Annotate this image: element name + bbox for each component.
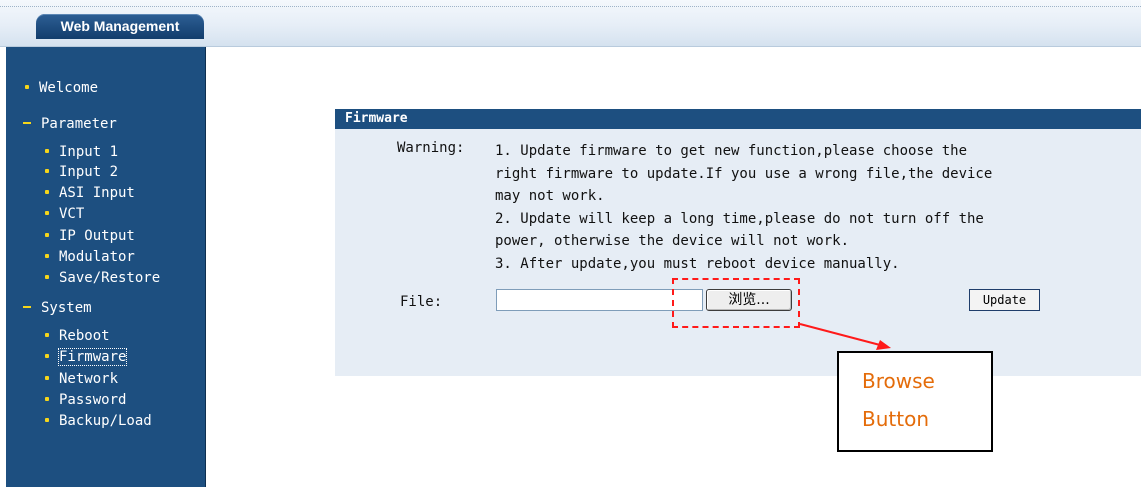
sidebar-item-label: Reboot — [59, 328, 110, 344]
firmware-panel: Firmware Warning: 1. Update firmware to … — [335, 109, 1141, 376]
warning-label: Warning: — [397, 140, 465, 156]
bullet-icon — [45, 333, 49, 337]
sidebar-section-parameter[interactable]: Parameter — [23, 115, 117, 133]
sidebar-section-label: Parameter — [41, 116, 117, 132]
sidebar-item-reboot[interactable]: Reboot — [45, 327, 110, 345]
warning-line: may not work. — [495, 188, 605, 204]
warning-line: 1. Update firmware to get new function,p… — [495, 143, 968, 159]
sidebar-item-label: Save/Restore — [59, 270, 161, 286]
sidebar-item-label: VCT — [59, 206, 85, 222]
sidebar-section-label: System — [41, 300, 92, 316]
sidebar-item-asi-input[interactable]: ASI Input — [45, 184, 135, 202]
web-management-tab[interactable]: Web Management — [36, 14, 204, 39]
sidebar-item-ip-output[interactable]: IP Output — [45, 227, 135, 245]
warning-line: 3. After update,you must reboot device m… — [495, 255, 900, 272]
sidebar-item-label: Firmware — [57, 348, 128, 366]
bullet-icon — [45, 149, 49, 153]
panel-title: Firmware — [335, 109, 1141, 129]
sidebar-item-label: Modulator — [59, 249, 135, 265]
browse-highlight-box — [672, 278, 800, 328]
header-divider — [0, 6, 1141, 7]
bullet-icon — [45, 169, 49, 173]
sidebar-item-password[interactable]: Password — [45, 391, 126, 409]
bullet-icon — [45, 354, 49, 358]
bullet-icon — [45, 418, 49, 422]
top-header-bar: Web Management — [0, 0, 1141, 47]
sidebar-item-label: ASI Input — [59, 185, 135, 201]
warning-line: 2. Update will keep a long time,please d… — [495, 210, 984, 227]
file-label: File: — [400, 294, 443, 310]
sidebar-item-save-restore[interactable]: Save/Restore — [45, 269, 160, 287]
callout-text: Button — [862, 407, 929, 431]
sidebar-item-input-2[interactable]: Input 2 — [45, 163, 118, 181]
sidebar-item-network[interactable]: Network — [45, 370, 118, 388]
sidebar-item-label: IP Output — [59, 228, 135, 244]
collapse-icon — [23, 306, 31, 308]
sidebar-item-modulator[interactable]: Modulator — [45, 248, 135, 266]
sidebar-item-label: Input 1 — [59, 144, 119, 160]
sidebar-item-welcome[interactable]: Welcome — [25, 79, 98, 97]
bullet-icon — [25, 85, 29, 89]
bullet-icon — [45, 376, 49, 380]
sidebar-item-label: Password — [59, 392, 127, 408]
callout-text: Browse — [862, 369, 935, 393]
bullet-icon — [45, 397, 49, 401]
warning-text: 1. Update firmware to get new function,p… — [495, 140, 1075, 275]
sidebar-item-backup-load[interactable]: Backup/Load — [45, 412, 152, 430]
sidebar-item-input-1[interactable]: Input 1 — [45, 143, 118, 161]
bullet-icon — [45, 233, 49, 237]
sidebar-item-firmware[interactable]: Firmware — [45, 348, 128, 366]
sidebar-item-label: Network — [59, 371, 119, 387]
sidebar-item-label: Welcome — [39, 80, 99, 96]
update-button[interactable]: Update — [969, 289, 1040, 311]
sidebar-item-vct[interactable]: VCT — [45, 205, 84, 223]
bullet-icon — [45, 190, 49, 194]
bullet-icon — [45, 254, 49, 258]
sidebar-section-system[interactable]: System — [23, 299, 92, 317]
warning-line: power, otherwise the device will not wor… — [495, 233, 850, 249]
collapse-icon — [23, 122, 31, 124]
bullet-icon — [45, 275, 49, 279]
callout-box: Browse Button — [837, 351, 993, 452]
bullet-icon — [45, 211, 49, 215]
sidebar-item-label: Input 2 — [59, 164, 119, 180]
sidebar-nav: Welcome Parameter Input 1 Input 2 ASI In… — [6, 47, 206, 487]
sidebar-item-label: Backup/Load — [59, 413, 152, 429]
warning-line: right firmware to update.If you use a wr… — [495, 165, 993, 182]
